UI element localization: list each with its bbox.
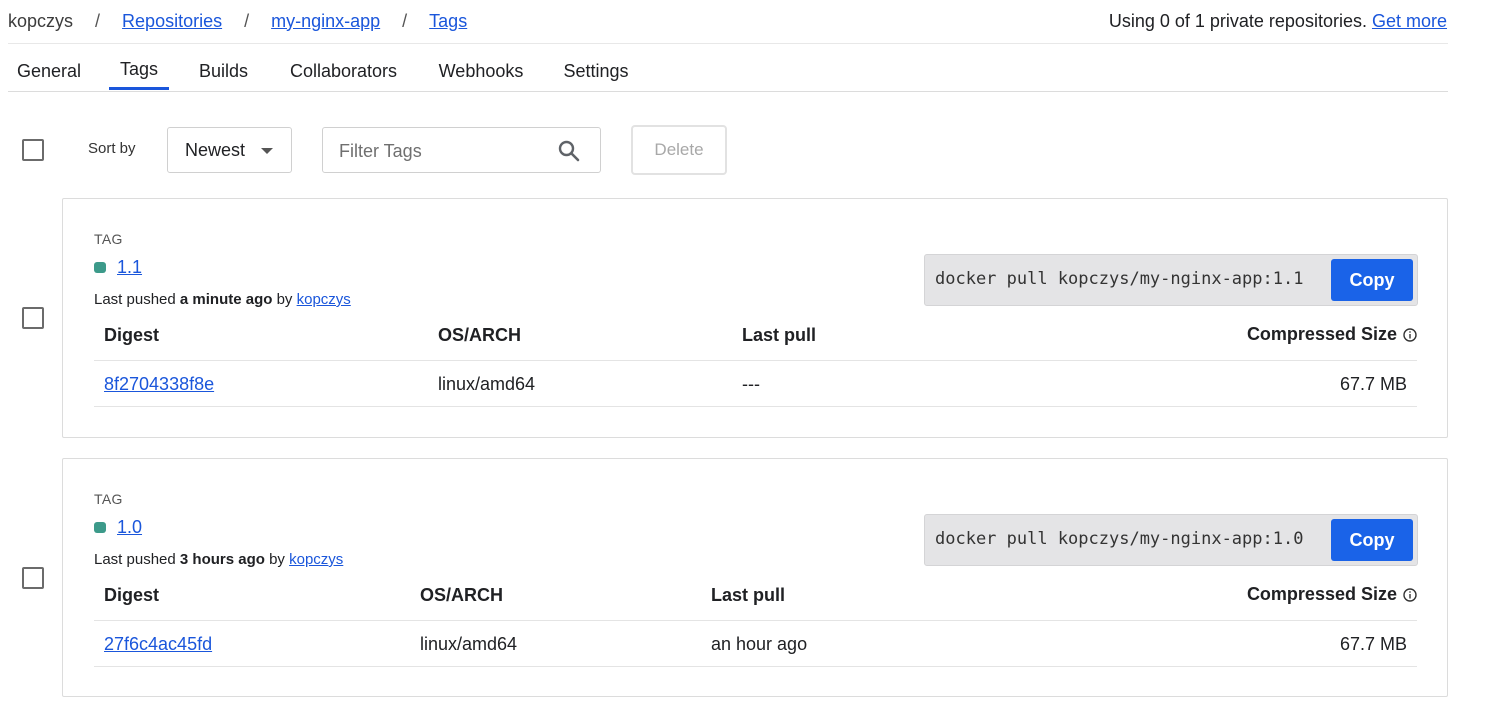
os-arch-header: OS/ARCH xyxy=(438,325,522,345)
tag-label: TAG xyxy=(94,491,123,507)
last-pushed-time: a minute ago xyxy=(179,291,273,308)
pushed-by-user-link[interactable]: kopczys xyxy=(289,551,343,568)
tag-card: TAG 1.0 Last pushed 3 hours ago by kopcz… xyxy=(62,458,1448,697)
last-pushed-by: by xyxy=(276,291,293,308)
breadcrumb: kopczys / Repositories / my-nginx-app / … xyxy=(8,8,467,34)
private-repo-quota: Using 0 of 1 private repositories. Get m… xyxy=(1109,8,1447,34)
tab-general[interactable]: General xyxy=(8,52,90,91)
last-pushed-prefix: Last pushed xyxy=(94,551,176,568)
compressed-size-header: Compressed Size xyxy=(1247,324,1417,345)
tag-card: TAG 1.1 Last pushed a minute ago by kopc… xyxy=(62,198,1448,438)
sort-by-label: Sort by xyxy=(88,140,136,157)
pushed-by-user-link[interactable]: kopczys xyxy=(297,291,351,308)
search-icon[interactable] xyxy=(557,139,581,163)
pull-command-box: docker pull kopczys/my-nginx-app:1.1 Cop… xyxy=(924,254,1418,306)
tab-webhooks[interactable]: Webhooks xyxy=(431,52,531,91)
compressed-size-label: Compressed Size xyxy=(1246,584,1397,604)
compressed-size-label: Compressed Size xyxy=(1246,324,1397,344)
last-pull-value: an hour ago xyxy=(711,634,808,654)
tab-settings[interactable]: Settings xyxy=(556,52,636,91)
tag-label: TAG xyxy=(94,231,123,247)
info-icon[interactable] xyxy=(1403,328,1417,342)
info-icon[interactable] xyxy=(1403,588,1417,602)
tab-builds[interactable]: Builds xyxy=(190,52,257,91)
digest-link[interactable]: 27f6c4ac45fd xyxy=(104,634,212,655)
last-pushed-info: Last pushed a minute ago by kopczys xyxy=(94,291,351,308)
last-pushed-time: 3 hours ago xyxy=(179,551,265,568)
compressed-size-value: 67.7 MB xyxy=(1339,374,1407,394)
pull-command: docker pull kopczys/my-nginx-app:1.1 xyxy=(935,269,1304,289)
tag-row-checkbox[interactable] xyxy=(22,567,44,589)
copy-button[interactable]: Copy xyxy=(1331,259,1413,301)
chevron-down-icon xyxy=(261,148,273,154)
tag-status-dot xyxy=(94,262,106,273)
last-pushed-info: Last pushed 3 hours ago by kopczys xyxy=(94,551,343,568)
table-divider xyxy=(94,666,1417,667)
quota-text: Using 0 of 1 private repositories. xyxy=(1108,10,1367,31)
tag-name-link[interactable]: 1.1 xyxy=(117,257,142,278)
tab-collaborators[interactable]: Collaborators xyxy=(280,52,407,91)
filter-tags-field[interactable] xyxy=(322,127,601,173)
breadcrumb-separator: / xyxy=(95,10,101,31)
table-divider xyxy=(94,360,1417,361)
filter-tags-input[interactable] xyxy=(339,138,549,164)
breadcrumb-tags-link[interactable]: Tags xyxy=(429,11,467,32)
compressed-size-header: Compressed Size xyxy=(1247,584,1417,605)
breadcrumb-repositories-link[interactable]: Repositories xyxy=(122,11,222,32)
breadcrumb-separator: / xyxy=(244,10,250,31)
os-arch-header: OS/ARCH xyxy=(420,585,504,605)
tag-name-link[interactable]: 1.0 xyxy=(117,517,142,538)
pull-command: docker pull kopczys/my-nginx-app:1.0 xyxy=(935,529,1304,549)
repo-tabs: General Tags Builds Collaborators Webhoo… xyxy=(8,52,1448,92)
table-divider xyxy=(94,620,1417,621)
sort-select[interactable]: Newest xyxy=(167,127,292,173)
header-divider xyxy=(8,43,1448,44)
digest-header: Digest xyxy=(104,585,160,605)
copy-button[interactable]: Copy xyxy=(1331,519,1413,561)
tab-tags[interactable]: Tags xyxy=(109,52,169,90)
get-more-link[interactable]: Get more xyxy=(1372,11,1447,32)
last-pull-header: Last pull xyxy=(711,585,786,605)
compressed-size-value: 67.7 MB xyxy=(1339,634,1407,654)
tag-status-dot xyxy=(94,522,106,533)
os-arch-value: linux/amd64 xyxy=(420,634,518,654)
select-all-checkbox[interactable] xyxy=(22,139,44,161)
breadcrumb-separator: / xyxy=(402,10,408,31)
last-pull-value: --- xyxy=(742,374,760,394)
breadcrumb-repo-link[interactable]: my-nginx-app xyxy=(271,11,380,32)
digest-header: Digest xyxy=(104,325,160,345)
delete-button[interactable]: Delete xyxy=(631,125,727,175)
last-pull-header: Last pull xyxy=(742,325,817,345)
breadcrumb-owner: kopczys xyxy=(8,10,74,31)
last-pushed-prefix: Last pushed xyxy=(94,291,176,308)
os-arch-value: linux/amd64 xyxy=(438,374,536,394)
tag-row-checkbox[interactable] xyxy=(22,307,44,329)
digest-link[interactable]: 8f2704338f8e xyxy=(104,374,214,395)
pull-command-box: docker pull kopczys/my-nginx-app:1.0 Cop… xyxy=(924,514,1418,566)
last-pushed-by: by xyxy=(269,551,285,568)
sort-select-value: Newest xyxy=(185,139,246,160)
table-divider xyxy=(94,406,1417,407)
